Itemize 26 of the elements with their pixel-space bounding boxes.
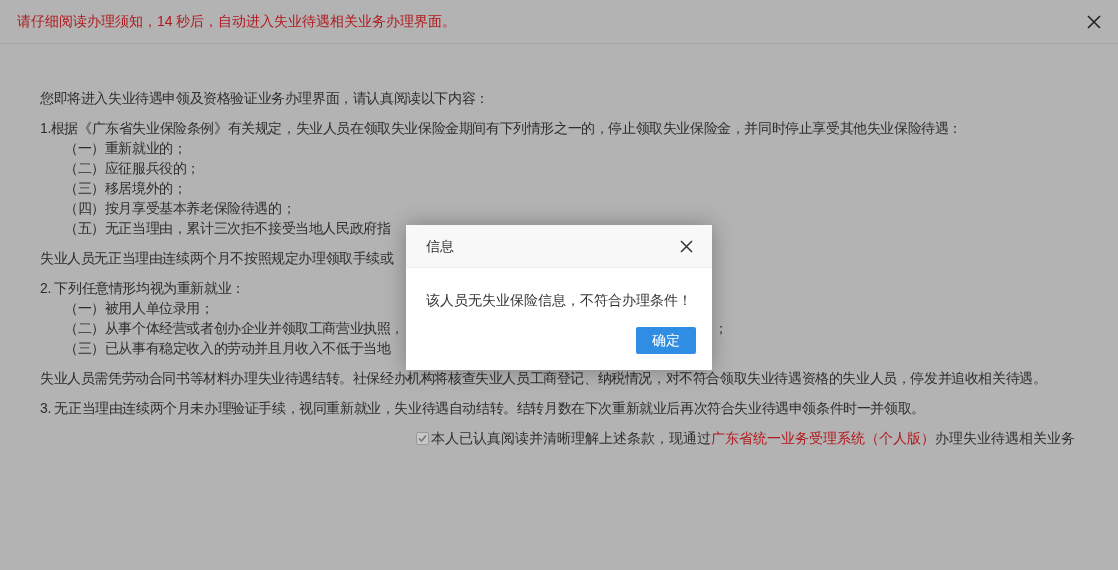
paragraph: 失业人员无正当理由连续两个月不按照规定办理领取手续或 — [40, 249, 395, 268]
list-item: （四）按月享受基本养老保险待遇的； — [64, 199, 296, 218]
list-item: （五）无正当理由，累计三次拒不接受当地人民政府指 — [64, 219, 391, 238]
paragraph: 您即将进入失业待遇申领及资格验证业务办理界面，请认真阅读以下内容： — [40, 89, 490, 108]
paragraph: 2. 下列任意情形均视为重新就业： — [40, 279, 246, 298]
dialog-close-button[interactable] — [678, 238, 694, 254]
list-item: （三）移居境外的； — [64, 179, 187, 198]
close-button[interactable] — [1086, 13, 1102, 30]
list-item: （三）已从事有稳定收入的劳动并且月收入不低于当地 — [64, 339, 391, 358]
list-item: （一）被用人单位录用； — [64, 299, 214, 318]
list-item: （二）从事个体经营或者创办企业并领取工商营业执照， — [64, 319, 405, 338]
paragraph: 3. 无正当理由连续两个月未办理验证手续，视同重新就业，失业待遇自动结转。结转月数在下次重新就业后再次符合失业待遇申领条件时一并领取。 — [40, 399, 926, 418]
confirm-button[interactable]: 确定 — [636, 327, 696, 354]
paragraph: 失业人员需凭劳动合同书等材料办理失业待遇结转。社保经办机构将核查失业人员工商登记、纳税情况，对不符合领取失业待遇资格的失业人员，停发并追收相关待遇。 — [40, 369, 1048, 388]
countdown-notice: 请仔细阅读办理须知，14 秒后，自动进入失业待遇相关业务办理界面。 — [17, 12, 457, 31]
close-icon — [679, 239, 693, 253]
paragraph: 1.根据《广东省失业保险条例》有关规定，失业人员在领取失业保险金期间有下列情形之一的，停止领取失业保险金，并同时停止享受其他失业保险待遇： — [40, 119, 964, 138]
dialog-message: 该人员无失业保险信息，不符合办理条件！ — [426, 292, 692, 308]
agreement-text: 本人已认真阅读并清晰理解上述条款，现通过广东省统一业务受理系统（个人版）办理失业待遇相关业务 — [431, 429, 1075, 448]
system-link[interactable]: 广东省统一业务受理系统（个人版） — [711, 430, 935, 446]
close-icon — [1087, 14, 1101, 29]
list-item: （二）应征服兵役的； — [64, 159, 200, 178]
agreement-checkbox[interactable] — [416, 431, 429, 445]
text-fragment: ； — [714, 319, 728, 338]
list-item: （一）重新就业的； — [64, 139, 187, 158]
dialog-title: 信息 — [426, 236, 454, 256]
